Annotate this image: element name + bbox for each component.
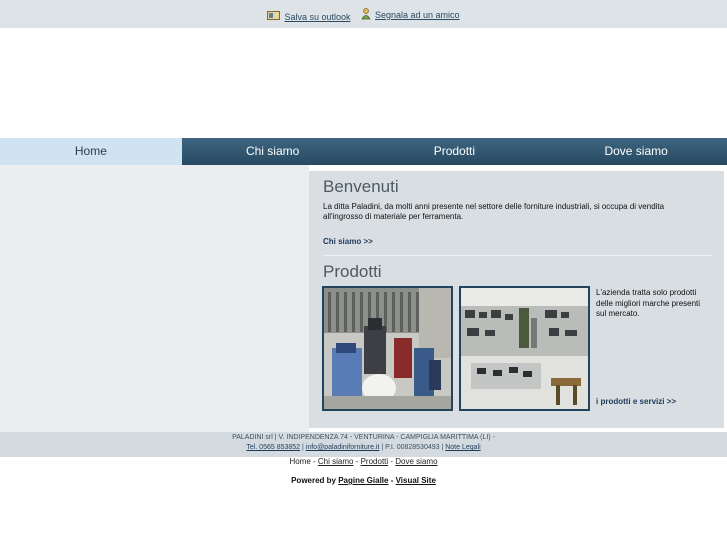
products-desc-3: sul mercato. bbox=[596, 309, 640, 318]
nav-prodotti[interactable]: Prodotti bbox=[363, 138, 546, 165]
chi-siamo-more-link[interactable]: Chi siamo >> bbox=[323, 237, 373, 246]
products-desc-1: L'azienda tratta solo prodotti bbox=[596, 288, 697, 297]
footer-legal-link[interactable]: Note Legali bbox=[445, 444, 480, 451]
bottom-nav: Home - Chi siamo - Prodotti - Dove siamo bbox=[0, 457, 727, 466]
footer-address: PALADINI srl | V. INDIPENDENZA 74 - VENT… bbox=[232, 434, 495, 441]
welcome-text-2: all'ingrosso di materiale per ferramenta… bbox=[323, 212, 464, 221]
save-outlook-label: Salva su outlook bbox=[284, 11, 351, 22]
tell-friend-link[interactable]: Segnala ad un amico bbox=[361, 8, 460, 22]
nav-home[interactable]: Home bbox=[0, 138, 182, 165]
bottom-nav-prodotti[interactable]: Prodotti bbox=[361, 457, 389, 466]
bottom-nav-dove-siamo[interactable]: Dove siamo bbox=[395, 457, 437, 466]
products-title: Prodotti bbox=[323, 262, 382, 281]
powered-label: Powered by bbox=[291, 476, 339, 485]
footer-vat: | P.I. 00828530493 | bbox=[379, 444, 446, 451]
welcome-title: Benvenuti bbox=[323, 177, 399, 196]
outlook-icon bbox=[267, 11, 281, 22]
product-photo-1 bbox=[322, 286, 453, 411]
powered-by: Powered by Pagine Gialle - Visual Site bbox=[0, 476, 727, 485]
bottom-nav-sep: - bbox=[353, 457, 361, 466]
pagine-gialle-link[interactable]: Pagine Gialle bbox=[338, 476, 388, 485]
footer-email-link[interactable]: info@paladiniforniture.it bbox=[306, 444, 380, 451]
footer-contacts: Tel. 0565 853852 | info@paladinifornitur… bbox=[0, 444, 727, 451]
nav-dove-siamo[interactable]: Dove siamo bbox=[545, 138, 727, 165]
tell-friend-label: Segnala ad un amico bbox=[375, 10, 460, 20]
bottom-nav-chi-siamo[interactable]: Chi siamo bbox=[318, 457, 354, 466]
save-outlook-link[interactable]: Salva su outlook bbox=[267, 11, 350, 22]
powered-dash: - bbox=[388, 476, 396, 485]
page: Salva su outlook Segnala ad un amico Hom… bbox=[0, 0, 727, 545]
top-links: Salva su outlook Segnala ad un amico bbox=[0, 8, 727, 22]
visual-site-link[interactable]: Visual Site bbox=[396, 476, 436, 485]
section-divider bbox=[323, 255, 712, 256]
product-photo-2 bbox=[459, 286, 590, 411]
nav-chi-siamo[interactable]: Chi siamo bbox=[181, 138, 364, 165]
main-nav: Home Chi siamo Prodotti Dove siamo bbox=[0, 138, 727, 165]
products-more-link[interactable]: i prodotti e servizi >> bbox=[596, 397, 676, 406]
bottom-nav-home[interactable]: Home bbox=[289, 457, 310, 466]
person-icon bbox=[361, 8, 371, 22]
bottom-nav-sep: - bbox=[310, 457, 318, 466]
left-panel bbox=[0, 165, 309, 432]
footer-phone-link[interactable]: Tel. 0565 853852 bbox=[246, 444, 300, 451]
footer: PALADINI srl | V. INDIPENDENZA 74 - VENT… bbox=[0, 432, 727, 457]
top-bar: Salva su outlook Segnala ad un amico bbox=[0, 0, 727, 28]
